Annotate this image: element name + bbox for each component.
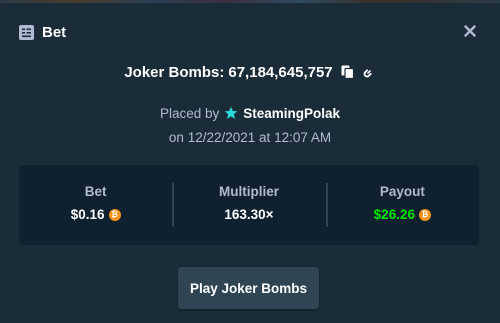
placed-by: Placed by SteamingPolak xyxy=(0,103,500,123)
bet-amount-value: $0.16 xyxy=(70,207,105,222)
multiplier-value: 163.30× xyxy=(224,207,274,222)
date-prefix: on xyxy=(168,130,184,145)
payout-label: Payout xyxy=(379,184,425,199)
close-icon xyxy=(464,25,476,37)
payout-value: $26.26 xyxy=(373,207,415,222)
multiplier-stat: Multiplier 163.30× xyxy=(172,165,325,245)
bet-datetime: on 12/22/2021 at 12:07 AM xyxy=(0,128,500,148)
bet-stats-panel: Bet $0.16 ₿ Multiplier 163.30× Payout $2… xyxy=(19,165,479,245)
copy-icon xyxy=(341,65,354,79)
bitcoin-icon: ₿ xyxy=(108,209,121,221)
bet-id: 67,184,645,757 xyxy=(228,63,333,81)
bet-time: 12:07 AM xyxy=(274,130,332,145)
multiplier-label: Multiplier xyxy=(218,184,279,199)
placed-by-label: Placed by xyxy=(159,105,220,121)
link-button[interactable] xyxy=(362,65,376,79)
close-button[interactable] xyxy=(461,22,479,40)
bet-slip-icon xyxy=(19,24,34,40)
modal-title: Bet xyxy=(42,23,67,41)
at-word: at xyxy=(259,130,271,145)
bet-amount-stat: Bet $0.16 ₿ xyxy=(19,165,172,245)
background-strip xyxy=(0,0,500,3)
bet-identifier: Joker Bombs: 67,184,645,757 xyxy=(0,62,500,82)
modal-header: Bet xyxy=(19,22,66,42)
bet-date: 12/22/2021 xyxy=(187,130,256,145)
copy-button[interactable] xyxy=(341,65,354,79)
star-rank-icon xyxy=(224,106,238,119)
game-name: Joker Bombs xyxy=(124,63,220,81)
play-game-button[interactable]: Play Joker Bombs xyxy=(178,267,319,309)
username-link[interactable]: SteamingPolak xyxy=(243,106,340,121)
bitcoin-icon: ₿ xyxy=(418,209,431,221)
payout-stat: Payout $26.26 ₿ xyxy=(325,165,479,245)
bet-amount-label: Bet xyxy=(84,184,107,199)
link-icon xyxy=(363,69,372,78)
